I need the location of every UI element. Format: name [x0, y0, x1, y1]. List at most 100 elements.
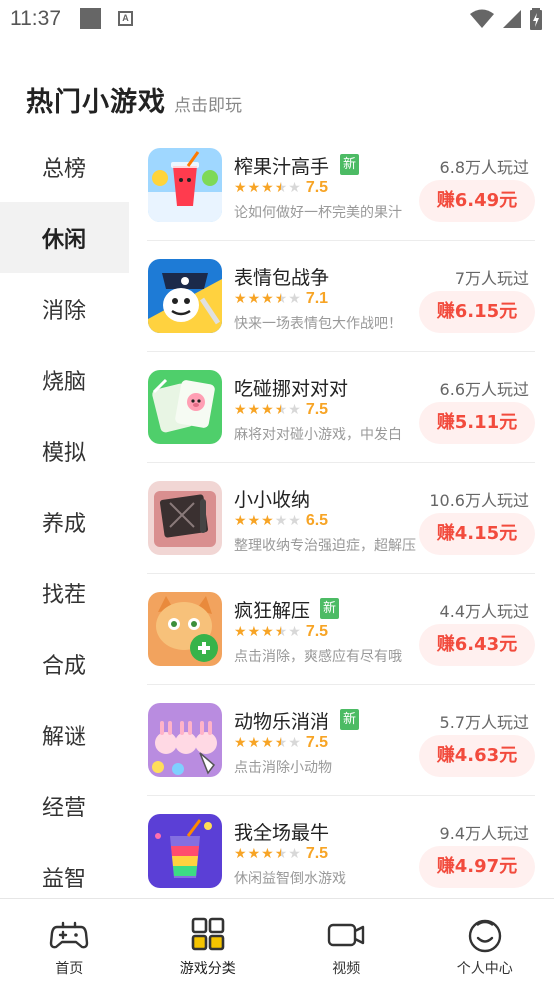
tab-game-category-label: 游戏分类 [179, 961, 236, 977]
game-row[interactable]: 疯狂解压新 ★ ★ ★ ★ ★ 7.5 点击消除，爽感应有尽有哦 4.4万人玩过 赚6.43元 [147, 574, 535, 685]
star-icon: ★ [288, 180, 301, 196]
tab-profile[interactable]: 个人中心 [416, 899, 554, 985]
earn-button[interactable]: 赚4.15元 [419, 513, 535, 555]
earn-button[interactable]: 赚4.63元 [419, 735, 535, 777]
gamepad-icon [50, 921, 89, 949]
battery-icon [530, 8, 542, 30]
signal-icon [503, 10, 521, 28]
earn-button[interactable]: 赚5.11元 [419, 402, 535, 444]
star-rating: ★ ★ ★ ★ ★ 7.5 [234, 623, 328, 641]
sidebar-item-category[interactable]: 总榜 [0, 131, 129, 202]
star-icon: ★ [288, 846, 301, 862]
notification-square-icon [80, 8, 101, 29]
bunny-match-icon[interactable] [148, 703, 222, 777]
star-icon: ★ [274, 846, 288, 862]
star-icon: ★ [274, 624, 288, 640]
tab-video-label: 视频 [332, 961, 361, 977]
sidebar-item-category[interactable]: 经营 [0, 770, 129, 841]
star-icon: ★ [261, 846, 274, 862]
tab-home-label: 首页 [55, 961, 84, 977]
earn-button[interactable]: 赚6.49元 [419, 180, 535, 222]
game-description: 快来一场表情包大作战吧！ [234, 316, 402, 332]
new-badge: 新 [340, 709, 360, 730]
game-row[interactable]: 我全场最牛 ★ ★ ★ ★ ★ 7.5 休闲益智倒水游戏 9.4万人玩过 赚4.97元 [147, 796, 535, 898]
game-name: 吃碰挪对对对 [234, 378, 349, 400]
rating-score: 7.5 [305, 845, 329, 862]
star-icon: ★ [261, 180, 274, 196]
cat-relax-icon[interactable] [148, 592, 222, 666]
star-icon: ★ [288, 624, 301, 640]
status-bar: 11:37 A [0, 0, 554, 38]
storage-box-icon[interactable] [148, 481, 222, 555]
game-row[interactable]: 榨果汁高手新 ★ ★ ★ ★ ★ 7.5 论如何做好一杯完美的果汁 6.8万人玩过 赚6.49元 [147, 130, 535, 241]
notification-a-icon: A [118, 11, 133, 26]
sidebar-item-category[interactable]: 解谜 [0, 699, 129, 770]
game-row[interactable]: 小小收纳 ★ ★ ★ ★ ★ 6.5 整理收纳专治强迫症，超解压 10.6万人玩过 赚4.15元 [147, 463, 535, 574]
layered-drink-icon[interactable] [148, 814, 222, 888]
players-count: 9.4万人玩过 [439, 824, 529, 843]
grid-category-icon [191, 917, 225, 951]
game-name: 疯狂解压 [234, 600, 311, 622]
star-icon: ★ [234, 735, 247, 751]
tab-home[interactable]: 首页 [0, 899, 139, 985]
star-icon: ★ [274, 180, 288, 196]
sidebar-item-category[interactable]: 消除 [0, 273, 129, 344]
star-icon: ★ [247, 846, 261, 862]
star-icon: ★ [234, 846, 247, 862]
game-row[interactable]: 表情包战争 ★ ★ ★ ★ ★ 7.1 快来一场表情包大作战吧！ 7万人玩过 赚6.15元 [147, 241, 535, 352]
new-badge: 新 [340, 154, 360, 175]
new-badge: 新 [320, 598, 340, 619]
page-subtitle: 点击即玩 [174, 96, 242, 116]
page-header: 热门小游戏 点击即玩 [26, 80, 242, 120]
star-icon: ★ [274, 513, 288, 529]
star-rating: ★ ★ ★ ★ ★ 7.5 [234, 179, 328, 197]
game-list: 榨果汁高手新 ★ ★ ★ ★ ★ 7.5 论如何做好一杯完美的果汁 6.8万人玩过 赚6.49元表… [147, 130, 535, 898]
sidebar-item-category[interactable]: 模拟 [0, 415, 129, 486]
sidebar-item-category[interactable]: 烧脑 [0, 344, 129, 415]
status-time: 11:37 [10, 7, 61, 30]
game-name: 表情包战争 [234, 267, 330, 289]
rating-score: 6.5 [305, 512, 329, 529]
sidebar-item-category[interactable]: 养成 [0, 486, 129, 557]
tab-game-category[interactable]: 游戏分类 [139, 899, 278, 985]
star-icon: ★ [247, 291, 261, 307]
star-rating: ★ ★ ★ ★ ★ 7.5 [234, 845, 328, 863]
game-row[interactable]: 吃碰挪对对对 ★ ★ ★ ★ ★ 7.5 麻将对对碰小游戏，中发白 6.6万人玩过 赚5.11元 [147, 352, 535, 463]
video-camera-icon [328, 923, 365, 947]
players-count: 6.8万人玩过 [439, 158, 529, 177]
star-icon: ★ [261, 735, 274, 751]
players-count: 5.7万人玩过 [439, 713, 529, 732]
sidebar-item-category[interactable]: 休闲 [0, 202, 129, 273]
star-icon: ★ [234, 624, 247, 640]
star-icon: ★ [288, 513, 301, 529]
juice-cup-icon[interactable] [148, 148, 222, 222]
star-icon: ★ [288, 291, 301, 307]
tab-profile-label: 个人中心 [456, 961, 513, 977]
tab-video[interactable]: 视频 [277, 899, 416, 985]
earn-button[interactable]: 赚6.43元 [419, 624, 535, 666]
wifi-icon [470, 9, 494, 28]
game-description: 点击消除，爽感应有尽有哦 [234, 649, 402, 665]
meme-pirate-icon[interactable] [148, 259, 222, 333]
star-icon: ★ [247, 735, 261, 751]
star-icon: ★ [274, 402, 288, 418]
players-count: 10.6万人玩过 [429, 491, 529, 510]
rating-score: 7.5 [305, 179, 329, 196]
star-icon: ★ [234, 291, 247, 307]
star-icon: ★ [274, 291, 288, 307]
star-rating: ★ ★ ★ ★ ★ 6.5 [234, 512, 328, 530]
sidebar-item-category[interactable]: 合成 [0, 628, 129, 699]
star-icon: ★ [234, 180, 247, 196]
game-description: 休闲益智倒水游戏 [234, 871, 346, 887]
players-count: 6.6万人玩过 [439, 380, 529, 399]
game-name: 我全场最牛 [234, 822, 330, 844]
earn-button[interactable]: 赚6.15元 [419, 291, 535, 333]
rating-score: 7.5 [305, 623, 329, 640]
star-icon: ★ [288, 402, 301, 418]
earn-button[interactable]: 赚4.97元 [419, 846, 535, 888]
sidebar-item-category[interactable]: 找茬 [0, 557, 129, 628]
game-row[interactable]: 动物乐消消新 ★ ★ ★ ★ ★ 7.5 点击消除小动物 5.7万人玩过 赚4.63元 [147, 685, 535, 796]
rating-score: 7.5 [305, 734, 329, 751]
mahjong-tile-icon[interactable] [148, 370, 222, 444]
star-icon: ★ [288, 735, 301, 751]
